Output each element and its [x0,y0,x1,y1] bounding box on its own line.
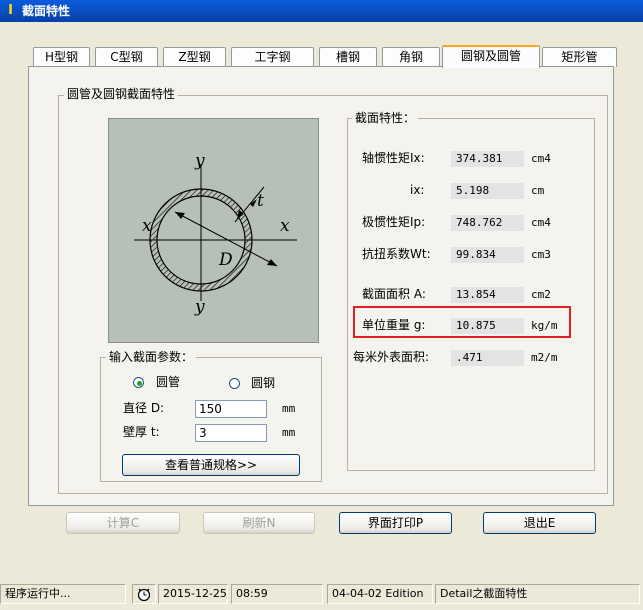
alarm-clock-icon [137,588,151,602]
tab-z-steel[interactable]: Z型钢 [163,47,226,67]
diameter-input[interactable]: 150 [195,400,267,418]
thickness-field-label: 壁厚 t: [123,425,160,439]
tab-round-pipe[interactable]: 圆钢及圆管 [442,45,540,68]
prop-value-surface-area: .471 [451,350,524,366]
status-state: 程序运行中... [0,584,126,604]
diameter-label: D [219,250,233,270]
title-bar: I 截面特性 [0,0,643,22]
status-time: 08:59 [231,584,323,604]
app-icon: I [8,3,13,18]
section-properties-group-title: 圆管及圆钢截面特性 [64,87,179,101]
section-values-group-title: 截面特性： [352,111,419,125]
thickness-unit: mm [282,426,296,439]
thickness-input[interactable]: 3 [195,424,267,442]
window-title: 截面特性 [22,4,71,18]
x-axis-left-label: x [142,216,152,236]
status-info: Detail之截面特性 [435,584,640,604]
tab-rect-tube[interactable]: 矩形管 [542,47,617,67]
prop-value-radius: 5.198 [451,183,524,199]
tab-h-steel[interactable]: H型钢 [33,47,90,67]
radio-pipe-label[interactable]: 圆管 [156,374,180,390]
y-axis-bottom-label: y [195,297,205,317]
status-date: 2015-12-25 [158,584,228,604]
prop-unit-area: cm2 [531,288,551,301]
thickness-label: t [257,191,264,211]
view-standard-specs-button[interactable]: 查看普通规格>> [122,454,300,476]
prop-label-torsion: 抗扭系数Wt: [362,247,431,261]
exit-button[interactable]: 退出E [483,512,596,534]
prop-unit-torsion: cm3 [531,248,551,261]
prop-value-ix-moment: 374.381 [451,151,524,167]
diameter-field-label: 直径 D: [123,401,165,415]
tab-i-beam[interactable]: 工字钢 [231,47,314,67]
prop-label-surface-area: 每米外表面积: [353,350,430,364]
prop-unit-polar-moment: cm4 [531,216,551,229]
prop-unit-ix-moment: cm4 [531,152,551,165]
prop-value-area: 13.854 [451,287,524,303]
print-screen-button[interactable]: 界面打印P [339,512,452,534]
refresh-button[interactable]: 刷新N [203,512,315,534]
y-axis-top-label: y [195,151,205,171]
prop-label-area: 截面面积 A: [362,287,426,301]
radio-bar[interactable] [229,378,240,389]
highlight-box [353,306,571,338]
status-clock-icon [132,584,156,604]
prop-value-polar-moment: 748.762 [451,215,524,231]
tab-channel[interactable]: 槽钢 [319,47,377,67]
tab-angle[interactable]: 角钢 [382,47,440,67]
radio-pipe[interactable] [133,377,144,388]
status-edition: 04-04-02 Edition [327,584,433,604]
radio-bar-label[interactable]: 圆钢 [251,375,275,391]
calculate-button[interactable]: 计算C [66,512,180,534]
diameter-unit: mm [282,402,296,415]
prop-label-ix-moment: 轴惯性矩Ix: [362,151,425,165]
tab-c-steel[interactable]: C型钢 [95,47,158,67]
prop-unit-surface-area: m2/m [531,351,558,364]
prop-unit-radius: cm [531,184,545,197]
prop-label-radius: ix: [410,183,425,197]
input-params-group-title: 输入截面参数： [106,350,197,364]
x-axis-right-label: x [280,216,290,236]
prop-label-polar-moment: 极惯性矩Ip: [362,215,426,229]
prop-value-torsion: 99.834 [451,247,524,263]
section-diagram: y y x x t D [108,118,319,343]
